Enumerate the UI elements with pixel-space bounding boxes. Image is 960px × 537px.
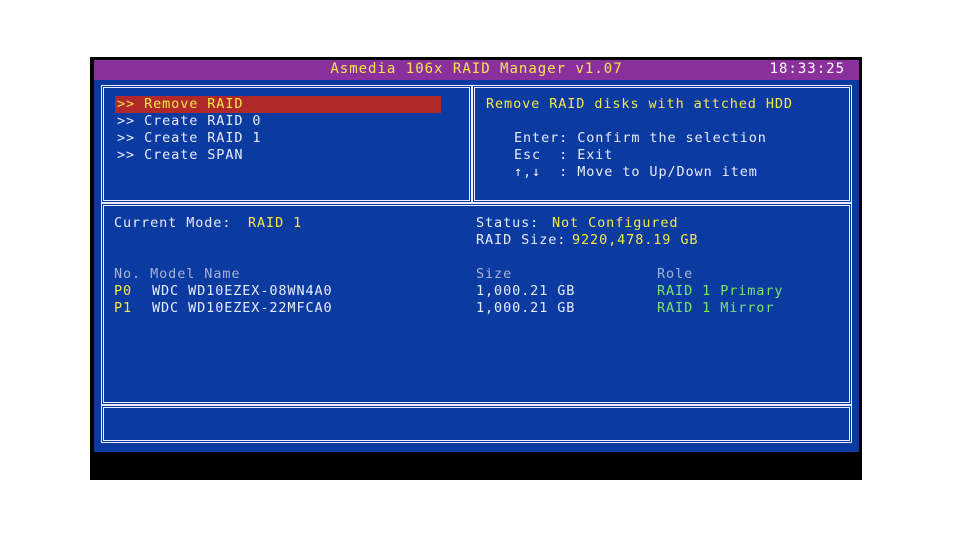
status-value: Not Configured	[552, 215, 679, 231]
disk-model: WDC WD10EZEX-08WN4A0	[152, 283, 333, 299]
column-role: Role	[657, 266, 694, 282]
menu-item-create-raid-0[interactable]: >> Create RAID 0	[115, 113, 441, 130]
disk-role: RAID 1 Mirror	[657, 300, 775, 316]
main-frame: >> Remove RAID >> Create RAID 0 >> Creat…	[94, 80, 859, 452]
raid-size-value: 9220,478.19 GB	[572, 232, 699, 248]
mode-label: Current Mode:	[114, 215, 232, 231]
help-heading: Remove RAID disks with attched HDD	[486, 96, 793, 112]
status-label: Status:	[476, 215, 540, 231]
help-line-arrows: ↑,↓ : Move to Up/Down item	[514, 164, 758, 180]
disk-port: P1	[114, 300, 133, 316]
menu-item-remove-raid[interactable]: >> Remove RAID	[115, 96, 441, 113]
disk-model: WDC WD10EZEX-22MFCA0	[152, 300, 333, 316]
menu-item-create-raid-1[interactable]: >> Create RAID 1	[115, 130, 441, 147]
status-bar	[101, 405, 852, 443]
menu-item-label: >> Create RAID 0	[117, 113, 262, 129]
disk-size: 1,000.21 GB	[476, 300, 576, 316]
mode-value: RAID 1	[248, 215, 303, 231]
disk-role: RAID 1 Primary	[657, 283, 784, 299]
disk-size: 1,000.21 GB	[476, 283, 576, 299]
help-line-esc: Esc : Exit	[514, 147, 614, 163]
bios-screen: Asmedia 106x RAID Manager v1.07 18:33:25…	[90, 57, 862, 480]
help-line-enter: Enter: Confirm the selection	[514, 130, 767, 146]
menu-item-label: >> Remove RAID	[117, 96, 244, 112]
app-title: Asmedia 106x RAID Manager v1.07	[330, 61, 623, 77]
raid-size-label: RAID Size:	[476, 232, 567, 248]
menu-item-label: >> Create RAID 1	[117, 130, 262, 146]
menu-item-create-span[interactable]: >> Create SPAN	[115, 147, 441, 164]
column-size: Size	[476, 266, 513, 282]
clock: 18:33:25	[769, 61, 845, 77]
disk-port: P0	[114, 283, 133, 299]
column-no-model: No. Model Name	[114, 266, 241, 282]
menu-item-label: >> Create SPAN	[117, 147, 244, 163]
title-bar: Asmedia 106x RAID Manager v1.07 18:33:25	[94, 60, 859, 80]
